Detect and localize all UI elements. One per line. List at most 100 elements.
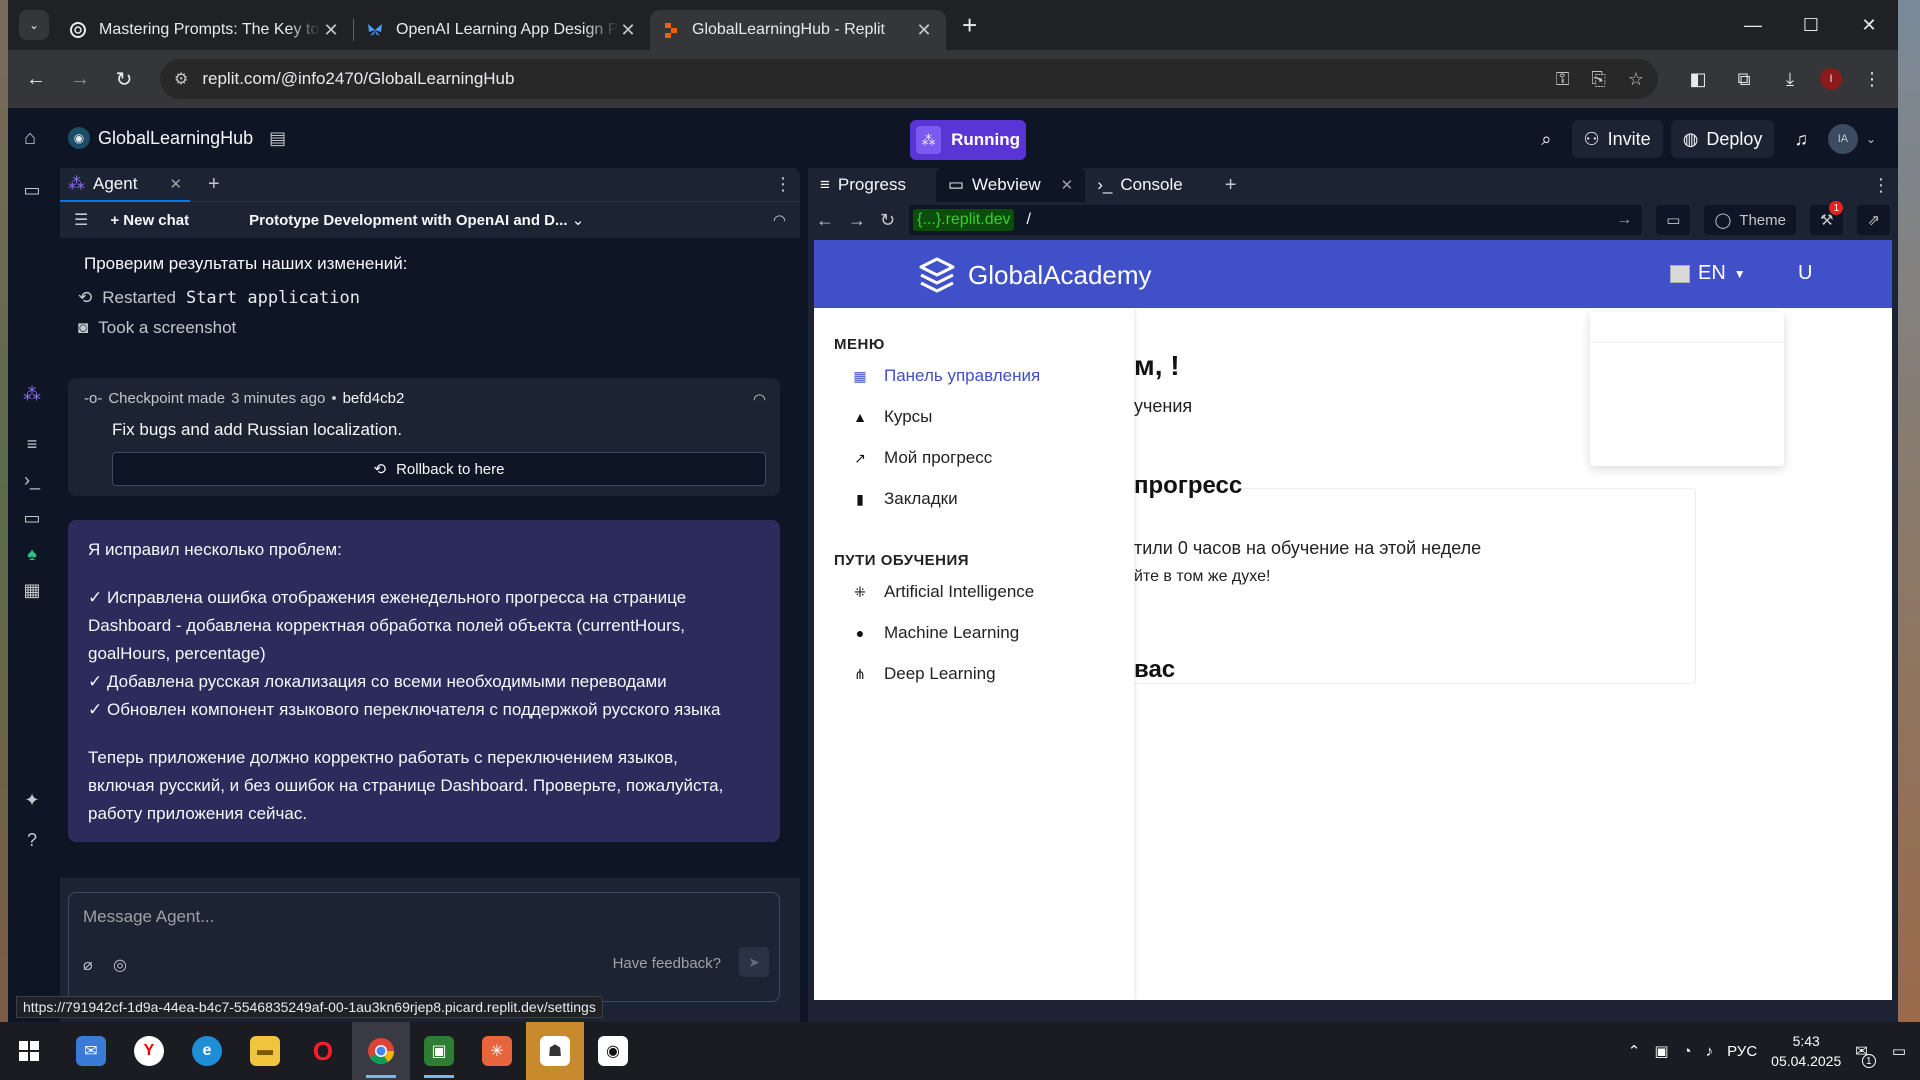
dev-url-host[interactable]: {...}.replit.dev	[913, 209, 1015, 231]
maximize-icon[interactable]: ☐	[1782, 0, 1840, 50]
green-app-icon[interactable]: ▣	[410, 1022, 468, 1080]
go-arrow-icon[interactable]: →	[1616, 211, 1632, 229]
back-icon[interactable]: ←	[18, 61, 54, 97]
tab-webview[interactable]: ▭ Webview ✕	[935, 168, 1086, 202]
mail-app-icon[interactable]: ✉	[62, 1022, 120, 1080]
edge-icon[interactable]: e	[178, 1022, 236, 1080]
reload-icon[interactable]: ↻	[880, 210, 895, 231]
close-window-icon[interactable]: ✕	[1840, 0, 1898, 50]
chevron-down-icon[interactable]: ⌄	[1866, 132, 1876, 146]
tab-search-button[interactable]: ⌄	[19, 10, 49, 40]
tray-app-icon[interactable]: ▣	[1654, 1042, 1668, 1060]
bookmark-star-icon[interactable]: ☆	[1628, 69, 1644, 90]
message-composer[interactable]: Message Agent... ⌀ ◎ Have feedback? ➤	[68, 892, 780, 1002]
search-icon[interactable]: ⌕	[1529, 120, 1563, 158]
chat-title-dropdown[interactable]: Prototype Development with OpenAI and D.…	[249, 211, 584, 229]
sidebar-item-dl[interactable]: ⋔ Deep Learning	[852, 664, 995, 684]
orange-app-icon[interactable]: ✳	[468, 1022, 526, 1080]
chat-history-icon[interactable]: ☰	[74, 210, 88, 230]
new-chat-button[interactable]: + New chat	[110, 212, 189, 229]
volume-icon[interactable]: ♪	[1706, 1043, 1714, 1060]
sidebar-item-courses[interactable]: ▲ Курсы	[852, 407, 932, 427]
add-tab-button[interactable]: +	[1225, 174, 1237, 197]
puzzle-icon[interactable]: ⧉	[1728, 63, 1760, 95]
devices-icon[interactable]: ▭	[1656, 205, 1691, 235]
sidebar-item-progress[interactable]: ↗ Мой прогресс	[852, 448, 992, 468]
deploy-rail-icon[interactable]: ♠	[20, 542, 44, 566]
agent-rail-icon[interactable]: ⁂	[20, 382, 44, 406]
opera-icon[interactable]: O	[294, 1022, 352, 1080]
repl-avatar[interactable]: ◉	[68, 127, 90, 149]
browser-tab[interactable]: OpenAI Learning App Design Pr ✕	[354, 10, 650, 50]
more-options-icon[interactable]: ⋮	[1872, 175, 1890, 196]
mail-tray-icon[interactable]: ✉ 1	[1855, 1042, 1876, 1068]
minimize-icon[interactable]: —	[1724, 0, 1782, 50]
more-options-icon[interactable]: ⋮	[774, 174, 792, 195]
close-tab-icon[interactable]: ✕	[321, 20, 341, 41]
forward-icon[interactable]: →	[848, 210, 866, 231]
chrome-icon[interactable]	[352, 1022, 410, 1080]
ai-app-icon[interactable]: ◉	[584, 1022, 642, 1080]
sparkle-icon[interactable]: ✦	[20, 788, 44, 812]
install-app-icon[interactable]: ⎘	[1591, 69, 1605, 90]
close-tab-icon[interactable]: ✕	[618, 20, 638, 41]
cat-app-icon[interactable]: ☗	[526, 1022, 584, 1080]
sidebar-item-ai[interactable]: ⁜ Artificial Intelligence	[852, 582, 1034, 602]
new-tab-button[interactable]: +	[962, 10, 977, 41]
chevron-up-icon[interactable]: ⌃	[1628, 1042, 1641, 1060]
close-tab-icon[interactable]: ✕	[169, 175, 182, 193]
yandex-browser-icon[interactable]: Y	[120, 1022, 178, 1080]
commit-hash[interactable]: befd4cb2	[343, 390, 405, 407]
all-tools-icon[interactable]: ▦	[20, 578, 44, 602]
action-center-icon[interactable]: ▭	[1892, 1042, 1906, 1060]
close-tab-icon[interactable]: ✕	[914, 20, 934, 41]
repl-info-icon[interactable]: ▤	[269, 128, 286, 149]
address-bar[interactable]: ⚙ replit.com/@info2470/GlobalLearningHub…	[160, 59, 1658, 99]
close-tab-icon[interactable]: ✕	[1061, 176, 1074, 194]
browser-tab[interactable]: Mastering Prompts: The Key to ✕	[57, 10, 353, 50]
tab-console[interactable]: ›_ Console	[1085, 168, 1195, 202]
menu-kebab-icon[interactable]: ⋮	[1856, 63, 1888, 95]
gauge-icon[interactable]: ◠	[753, 390, 766, 408]
sidebar-item-dashboard[interactable]: ▦ Панель управления	[852, 366, 1040, 386]
add-tab-button[interactable]: +	[208, 173, 220, 196]
devtools-icon[interactable]: ⚒ 1	[1809, 201, 1844, 235]
browser-tab-active[interactable]: GlobalLearningHub - Replit ✕	[650, 10, 946, 50]
app-logo[interactable]: GlobalAcademy	[918, 256, 1152, 294]
home-icon[interactable]: ⌂	[24, 127, 54, 150]
repl-name[interactable]: GlobalLearningHub	[98, 128, 253, 149]
url-text[interactable]: replit.com/@info2470/GlobalLearningHub	[202, 69, 1555, 89]
help-icon[interactable]: ?	[20, 828, 44, 852]
back-icon[interactable]: ←	[816, 210, 834, 231]
rollback-button[interactable]: ⟲ Rollback to here	[112, 452, 766, 486]
feedback-link[interactable]: Have feedback?	[613, 955, 721, 972]
keyboard-language[interactable]: РУС	[1727, 1043, 1757, 1060]
dev-url-path[interactable]: /	[1026, 211, 1030, 229]
user-menu[interactable]: U	[1798, 262, 1812, 285]
reload-icon[interactable]: ↻	[106, 61, 142, 97]
files-icon[interactable]: ▭	[20, 178, 44, 202]
tab-agent[interactable]: ⁂ Agent ✕	[60, 167, 191, 202]
console-icon[interactable]: ›_	[20, 468, 44, 492]
clock[interactable]: 5:43 05.04.2025	[1771, 1031, 1841, 1071]
file-explorer-icon[interactable]: ▬	[236, 1022, 294, 1080]
gauge-icon[interactable]: ◠	[773, 211, 786, 229]
deploy-button[interactable]: ◍ Deploy	[1670, 120, 1775, 158]
webview-icon[interactable]: ▭	[20, 506, 44, 530]
wifi-icon[interactable]: ◔	[1683, 1043, 1692, 1060]
forward-icon[interactable]: →	[62, 61, 98, 97]
tab-progress[interactable]: ≡ Progress	[808, 168, 918, 202]
progress-icon[interactable]: ≡	[20, 432, 44, 456]
user-avatar[interactable]: IA	[1827, 124, 1858, 154]
message-input[interactable]: Message Agent...	[83, 907, 214, 927]
invite-button[interactable]: ⚇ Invite	[1571, 120, 1663, 158]
site-info-icon[interactable]: ⚙	[174, 69, 188, 89]
start-icon[interactable]	[0, 1022, 58, 1080]
profile-avatar[interactable]: I	[1820, 68, 1842, 90]
send-icon[interactable]: ➤	[739, 947, 769, 977]
run-button[interactable]: ⁂ Running	[910, 120, 1026, 160]
theme-button[interactable]: ◯ Theme	[1704, 205, 1796, 235]
paperclip-icon[interactable]: ⌀	[83, 955, 93, 975]
open-new-window-icon[interactable]: ⇗	[1857, 205, 1890, 235]
language-switcher[interactable]: EN ▼	[1670, 262, 1746, 285]
